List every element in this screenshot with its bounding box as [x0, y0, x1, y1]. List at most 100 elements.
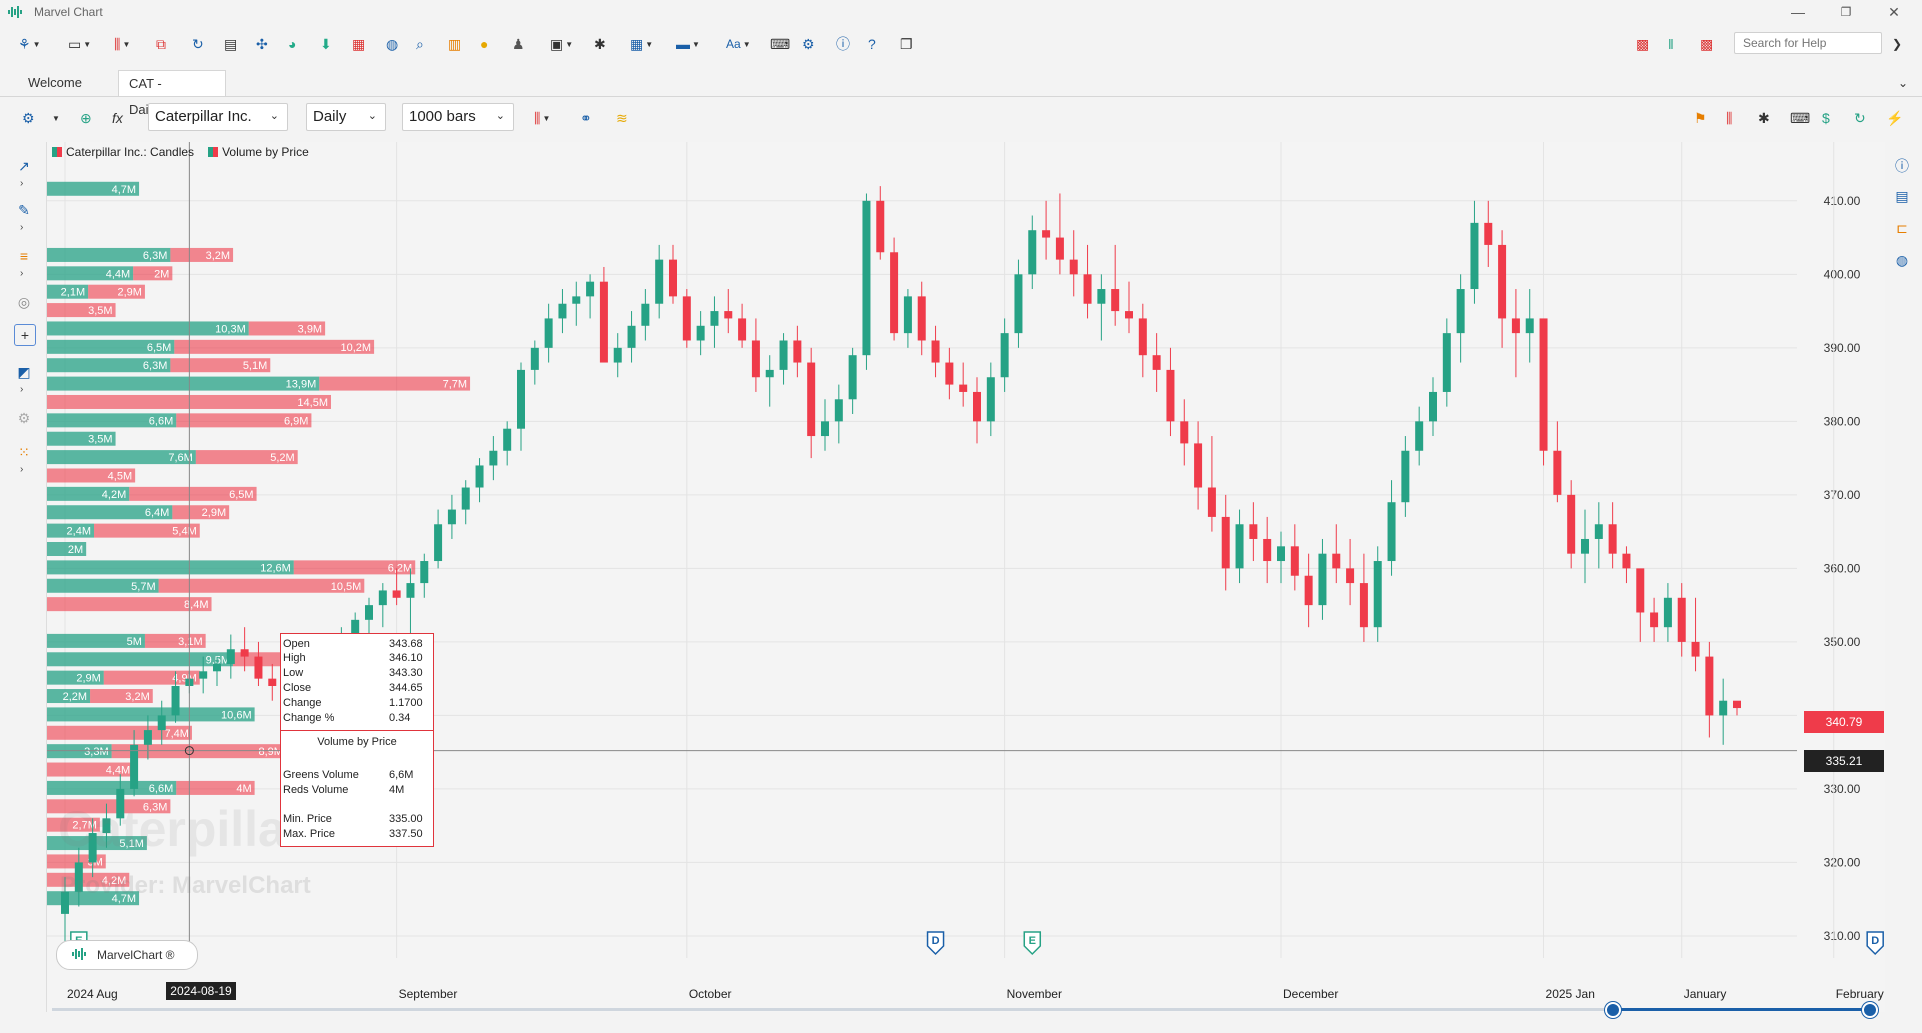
tab-welcome[interactable]: Welcome — [18, 70, 92, 96]
compare-button[interactable]: ⧉ — [156, 34, 166, 54]
candle-body[interactable] — [903, 296, 912, 334]
trade-button[interactable]: $ — [1822, 108, 1830, 128]
tab-cat-daily[interactable]: CAT - Daily✕ — [118, 70, 226, 117]
candle-body[interactable] — [1332, 553, 1341, 569]
candle-body[interactable] — [959, 384, 968, 392]
font-menu-button[interactable]: Aa ▼ — [726, 34, 751, 54]
scrollbar-left-handle[interactable] — [1605, 1002, 1621, 1018]
candle-body[interactable] — [406, 583, 415, 598]
add-indicator-button[interactable]: ⊕ — [80, 108, 92, 128]
candle-body[interactable] — [655, 259, 664, 304]
order-button[interactable]: ⫼ — [1726, 108, 1732, 128]
chart-type-menu-button[interactable]: ⫼ ▼ — [114, 34, 130, 54]
minimize-button[interactable]: — — [1778, 2, 1818, 22]
candle-body[interactable] — [821, 421, 829, 437]
candle-body[interactable] — [558, 303, 567, 319]
chart-style-menu-button[interactable]: ⫼ ▼ — [534, 108, 550, 128]
candle-body[interactable] — [1125, 311, 1133, 319]
candle-body[interactable] — [1470, 222, 1479, 290]
candle-body[interactable] — [447, 509, 456, 525]
candle-body[interactable] — [434, 524, 443, 562]
candle-body[interactable] — [669, 259, 677, 297]
candle-body[interactable] — [1429, 391, 1437, 422]
candle-body[interactable] — [1000, 333, 1009, 378]
candle-body[interactable] — [1525, 318, 1534, 334]
globe-panel-button[interactable]: ◍ — [1892, 252, 1912, 272]
candle-body[interactable] — [1373, 561, 1382, 628]
bars-select[interactable]: 1000 bars ⌄ — [402, 103, 514, 131]
help-button[interactable]: ? — [868, 34, 876, 54]
candle-body[interactable] — [890, 252, 899, 334]
candle-body[interactable] — [1263, 538, 1272, 562]
candle-body[interactable] — [1650, 612, 1659, 628]
candle-body[interactable] — [1691, 641, 1700, 657]
candle-body[interactable] — [1511, 318, 1520, 334]
candle-body[interactable] — [1677, 597, 1686, 642]
candle-body[interactable] — [876, 200, 885, 253]
candle-body[interactable] — [489, 450, 498, 466]
history-button[interactable]: ↻ — [192, 34, 204, 54]
coins-button[interactable]: ● — [480, 34, 488, 54]
candle-body[interactable] — [171, 686, 180, 716]
candle-body[interactable] — [1567, 494, 1576, 554]
chart-canvas[interactable]: 410.00 400.00 390.00 380.00 370.00 360.00 350.… — [47, 142, 1885, 1012]
candle-body[interactable] — [1042, 230, 1051, 238]
help-search-input[interactable] — [1734, 32, 1882, 54]
calendar-button[interactable]: ▦ — [352, 34, 365, 54]
candle-body[interactable] — [199, 671, 208, 679]
candle-body[interactable] — [793, 340, 802, 363]
candle-body[interactable] — [1401, 450, 1410, 503]
candle-body[interactable] — [1553, 450, 1562, 495]
objects-button[interactable]: ⚭ — [580, 108, 592, 128]
expand-arrow-icon[interactable]: › — [20, 222, 32, 233]
candle-body[interactable] — [1277, 546, 1285, 562]
legend-volume[interactable]: Volume by Price — [208, 144, 309, 160]
audio-button[interactable]: ‖ — [1668, 34, 1674, 54]
candle-body[interactable] — [1069, 259, 1078, 275]
formula-button[interactable]: fx — [112, 108, 123, 128]
scrollbar-right-handle[interactable] — [1862, 1002, 1878, 1018]
candle-body[interactable] — [1622, 553, 1631, 569]
candle-body[interactable] — [213, 663, 221, 672]
symbol-select[interactable]: Caterpillar Inc. ⌄ — [148, 103, 288, 131]
candle-body[interactable] — [1663, 597, 1672, 628]
expand-arrow-icon[interactable]: › — [20, 178, 32, 189]
candle-body[interactable] — [544, 318, 553, 348]
candle-body[interactable] — [503, 428, 512, 451]
expand-arrow-icon[interactable]: › — [20, 384, 32, 395]
settings-button[interactable]: ⚙ — [802, 34, 815, 54]
close-window-button[interactable]: ✕ — [1874, 2, 1914, 22]
download-button[interactable]: ⬇ — [320, 34, 332, 54]
candle-body[interactable] — [586, 281, 595, 297]
keyboard-button[interactable]: ⌨ — [770, 34, 790, 54]
templates-button[interactable]: ≋ — [616, 108, 628, 128]
pie-button[interactable]: ◕ — [288, 34, 296, 54]
candle-body[interactable] — [365, 605, 373, 620]
settings-menu-button[interactable]: ▼ — [52, 108, 60, 128]
candle-body[interactable] — [572, 296, 581, 304]
windows-menu-button[interactable]: ▦ ▼ — [630, 34, 653, 54]
keyboard-chart-button[interactable]: ⌨ — [1790, 108, 1810, 128]
copy-button[interactable]: ❐ — [900, 34, 913, 54]
info-panel-button[interactable]: ⓘ — [1892, 156, 1912, 176]
tool-settings-button[interactable]: ⚙ — [14, 408, 34, 428]
notes-panel-button[interactable]: ▤ — [1892, 188, 1912, 208]
candle-body[interactable] — [461, 487, 470, 510]
candle-body[interactable] — [1705, 656, 1714, 716]
candle-body[interactable] — [1442, 333, 1451, 392]
candle-body[interactable] — [1290, 546, 1299, 576]
candle-body[interactable] — [1249, 524, 1258, 539]
candle-body[interactable] — [862, 200, 871, 356]
candle-body[interactable] — [751, 340, 760, 378]
candle-body[interactable] — [1581, 538, 1589, 554]
candle-body[interactable] — [1484, 222, 1493, 245]
candle-body[interactable] — [765, 369, 774, 378]
layout-menu-button[interactable]: ▣ ▼ — [550, 34, 573, 54]
color-menu-button[interactable]: ▬ ▼ — [676, 34, 700, 54]
price-chart[interactable]: 410.00 400.00 390.00 380.00 370.00 360.00 350.… — [46, 142, 1885, 1012]
apps-tool-button[interactable]: ⁙ — [14, 442, 34, 462]
table-button[interactable]: ▥ — [448, 34, 461, 54]
objects-panel-button[interactable]: ⊏ — [1892, 220, 1912, 240]
candle-body[interactable] — [1359, 583, 1368, 628]
candle-body[interactable] — [226, 649, 235, 664]
